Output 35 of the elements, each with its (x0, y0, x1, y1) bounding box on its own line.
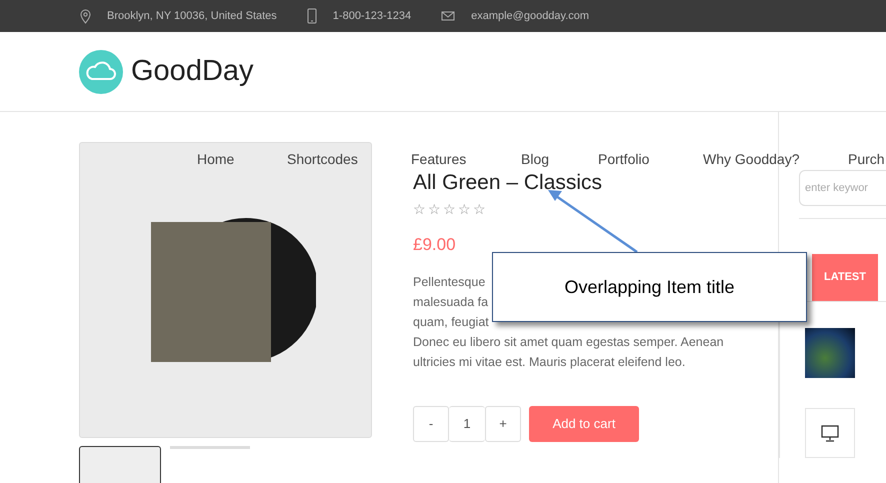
description-text: quam, feugiat (413, 314, 489, 329)
product-price: £9.00 (413, 234, 457, 256)
nav-link[interactable]: Features (411, 149, 466, 170)
star-icon: ☆ (413, 199, 426, 220)
monitor-icon (821, 424, 839, 442)
contact-text: example@goodday.com (471, 8, 590, 24)
thumbnail-photo[interactable] (79, 446, 161, 483)
decrease-quantity-button[interactable]: - (413, 406, 449, 442)
description-text: Donec eu libero sit amet quam egestas semper. Aenean (413, 334, 724, 349)
star-icon: ☆ (443, 199, 456, 220)
phone-icon (306, 8, 317, 24)
star-icon: ☆ (428, 199, 441, 220)
contact-text: 1-800-123-1234 (332, 8, 412, 24)
nav-link[interactable]: Portfolio (598, 149, 650, 170)
earth-photo[interactable] (805, 328, 855, 378)
product-title: All Green – Classics (413, 170, 602, 196)
nav-link[interactable]: Why Goodday? (703, 149, 800, 170)
description-text: ultricies mi vitae est. Mauris placerat eleifend leo. (413, 354, 686, 369)
nav-link[interactable]: Blog (521, 149, 550, 170)
mail-icon (441, 11, 456, 21)
nav-link[interactable]: Purch (848, 149, 885, 170)
nav-link[interactable]: Shortcodes (287, 149, 358, 170)
description-text: malesuada fa (413, 294, 488, 309)
star-icon: ☆ (458, 199, 471, 220)
location-pin-icon (80, 8, 91, 24)
star-icon: ☆ (473, 199, 486, 220)
contact-text: Brooklyn, NY 10036, United States (107, 8, 277, 24)
logo-text[interactable]: GoodDay (131, 50, 254, 94)
nav-link[interactable]: Home (197, 149, 234, 170)
cloud-logo-icon (79, 50, 123, 94)
quantity-field[interactable]: 1 (449, 406, 485, 442)
description-text: Pellentesque (413, 274, 486, 289)
search-field[interactable]: enter keywor (799, 170, 886, 206)
callout-text: Overlapping Item title (492, 252, 807, 322)
increase-quantity-button[interactable]: + (485, 406, 521, 442)
